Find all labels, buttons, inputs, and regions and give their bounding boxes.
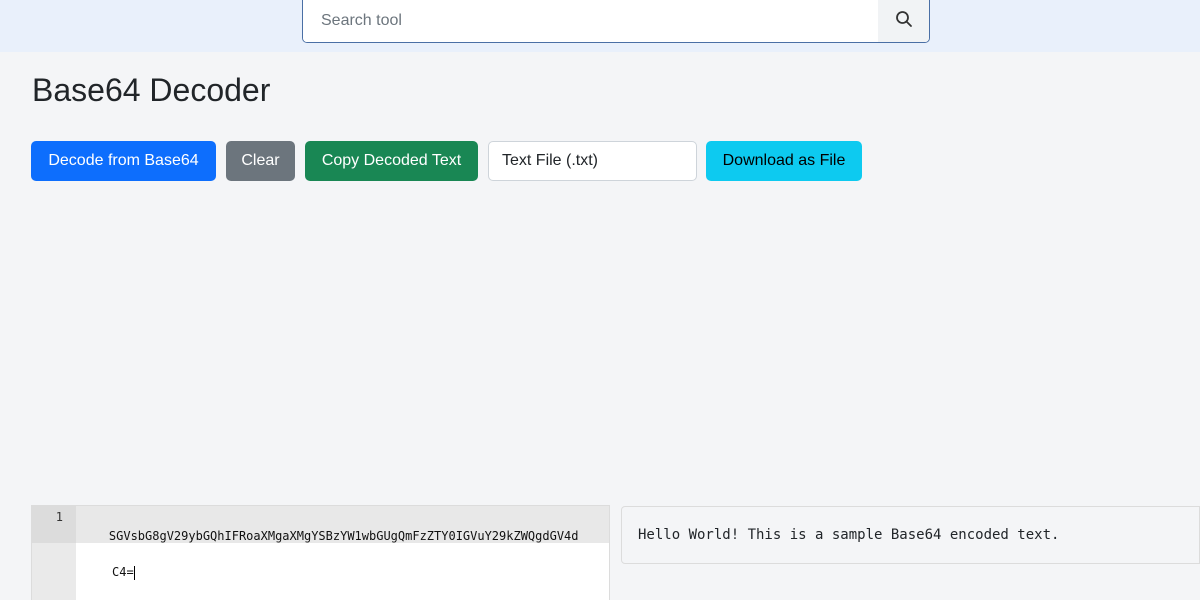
download-button[interactable]: Download as File — [706, 141, 862, 181]
decode-button[interactable]: Decode from Base64 — [31, 141, 216, 181]
code-line-text: SGVsbG8gV29ybGQhIFRoaXMgaXMgYSBzYW1wbGUg… — [108, 529, 579, 543]
editor-gutter: 1 — [32, 506, 76, 600]
code-line-wrap-text: C4= — [112, 565, 134, 579]
code-line[interactable]: SGVsbG8gV29ybGQhIFRoaXMgaXMgYSBzYW1wbGUg… — [80, 509, 608, 600]
decoded-output-text: Hello World! This is a sample Base64 enc… — [638, 527, 1060, 543]
clear-button[interactable]: Clear — [226, 141, 295, 181]
file-format-select[interactable]: Text File (.txt) — [488, 141, 697, 181]
file-format-selected-value: Text File (.txt) — [502, 152, 599, 169]
search-button[interactable] — [878, 0, 929, 42]
code-line-wrap: C4= — [80, 563, 608, 581]
decoded-output: Hello World! This is a sample Base64 enc… — [621, 506, 1200, 564]
page-title: Base64 Decoder — [32, 72, 271, 108]
line-number: 1 — [55, 510, 63, 524]
search-group — [302, 0, 930, 43]
search-input[interactable] — [303, 0, 878, 42]
copy-decoded-button[interactable]: Copy Decoded Text — [305, 141, 478, 181]
base64-input-editor[interactable]: 1 SGVsbG8gV29ybGQhIFRoaXMgaXMgYSBzYW1wbG… — [31, 505, 610, 600]
search-icon — [895, 10, 913, 31]
text-cursor — [133, 565, 135, 580]
top-bar — [0, 0, 1200, 52]
